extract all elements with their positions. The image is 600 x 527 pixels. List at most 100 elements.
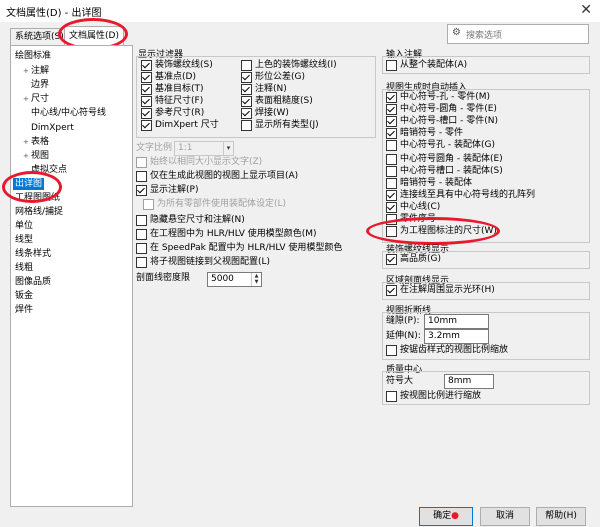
checkbox[interactable]	[386, 166, 397, 177]
auto-connection-lines[interactable]: 连接线至具有中心符号线的孔阵列	[386, 190, 535, 201]
tree-item-dimensions[interactable]: + 尺寸	[23, 93, 49, 105]
checkbox[interactable]	[141, 108, 152, 119]
checkbox[interactable]	[386, 202, 397, 213]
from-entire-assembly[interactable]: 从整个装配体(A)	[386, 60, 467, 71]
filter-feature-dimensions[interactable]: 特征尺寸(F)	[141, 96, 203, 107]
checkbox[interactable]	[241, 84, 252, 95]
checkbox[interactable]	[386, 60, 397, 71]
tree-item-line-font[interactable]: 线型	[15, 234, 33, 246]
text-scale-select[interactable]: 1:1 ▾	[174, 141, 234, 156]
tree-item-grid-snap[interactable]: 网格线/捕捉	[15, 206, 63, 218]
cancel-button[interactable]: 取消	[480, 507, 530, 526]
auto-center-marks-fillets-assembly[interactable]: 中心符号圆角 - 装配体(E)	[386, 154, 503, 165]
tree-item-views[interactable]: + 视图	[23, 150, 49, 162]
tree-item-units[interactable]: 单位	[15, 220, 33, 232]
checkbox[interactable]	[136, 215, 147, 226]
chevron-down-icon[interactable]: ▾	[223, 142, 233, 155]
checkbox[interactable]	[141, 96, 152, 107]
tree-item-dimxpert[interactable]: DimXpert	[31, 122, 74, 134]
checkbox[interactable]	[241, 96, 252, 107]
tree-item-centerlines[interactable]: 中心线/中心符号线	[31, 107, 106, 119]
checkbox[interactable]	[143, 199, 154, 210]
checkbox[interactable]	[386, 178, 397, 189]
auto-center-marks-slots-assembly[interactable]: 中心符号槽口 - 装配体(S)	[386, 166, 503, 177]
checkbox[interactable]	[136, 171, 147, 182]
option-hlr-model-color[interactable]: 在工程图中为 HLR/HLV 使用模型颜色(M)	[136, 229, 317, 240]
auto-dowel-symbols-assembly[interactable]: 暗销符号 - 装配体	[386, 178, 472, 189]
option-show-items-only-in-generated-view[interactable]: 仅在生成此视图的视图上显示项目(A)	[136, 171, 298, 182]
option-use-assembly-setting[interactable]: 为所有零部件使用装配体设定(L)	[143, 199, 286, 210]
auto-centerlines[interactable]: 中心线(C)	[386, 202, 440, 213]
expand-icon[interactable]: +	[23, 150, 31, 162]
checkbox[interactable]	[241, 72, 252, 83]
halo-around-annotations[interactable]: 在注解周围显示光环(H)	[386, 285, 495, 296]
expand-icon[interactable]: +	[23, 65, 31, 77]
filter-welds[interactable]: 焊接(W)	[241, 108, 289, 119]
checkbox[interactable]	[386, 154, 397, 165]
auto-center-marks-slots-part[interactable]: 中心符号-槽口 - 零件(N)	[386, 116, 498, 127]
auto-center-marks-fillets-part[interactable]: 中心符号-圆角 - 零件(E)	[386, 104, 497, 115]
checkbox[interactable]	[136, 243, 147, 254]
search-input[interactable]: 搜索选项	[466, 28, 502, 41]
option-link-child-view[interactable]: 将子视图链接到父视图配置(L)	[136, 257, 270, 268]
filter-datum-targets[interactable]: 基准目标(T)	[141, 84, 204, 95]
symbol-size-input[interactable]: 8mm	[444, 374, 494, 389]
checkbox[interactable]	[386, 190, 397, 201]
filter-notes[interactable]: 注释(N)	[241, 84, 287, 95]
tree-item-line-style[interactable]: 线条样式	[15, 248, 51, 260]
checkbox[interactable]	[136, 185, 147, 196]
spinner-icon[interactable]: ▲ ▼	[251, 273, 261, 286]
auto-dowel-symbols-part[interactable]: 暗销符号 - 零件	[386, 128, 463, 139]
option-same-text-size[interactable]: 始终以相同大小显示文字(Z)	[136, 157, 262, 168]
auto-center-marks-holes-part[interactable]: 中心符号-孔 - 零件(M)	[386, 92, 490, 103]
filter-datum-points[interactable]: 基准点(D)	[141, 72, 196, 83]
filter-display-all-types[interactable]: 显示所有类型(J)	[241, 120, 319, 131]
tree-item-image-quality[interactable]: 图像品质	[15, 276, 51, 288]
checkbox[interactable]	[141, 60, 152, 71]
checkbox[interactable]	[386, 116, 397, 127]
filter-cosmetic-thread[interactable]: 装饰螺纹线(S)	[141, 60, 213, 71]
checkbox[interactable]	[386, 254, 397, 265]
filter-geometric-tolerances[interactable]: 形位公差(G)	[241, 72, 305, 83]
checkbox[interactable]	[136, 157, 147, 168]
tree-item-annotations[interactable]: + 注解	[23, 65, 49, 77]
zigzag-scale[interactable]: 按锯齿样式的视图比例缩放	[386, 345, 508, 356]
checkbox[interactable]	[241, 108, 252, 119]
option-speedpak-hlr-color[interactable]: 在 SpeedPak 配置中为 HLR/HLV 使用模型颜色	[136, 243, 342, 254]
checkbox[interactable]	[386, 140, 397, 151]
checkbox[interactable]	[136, 229, 147, 240]
tree-item-line-thickness[interactable]: 线粗	[15, 262, 33, 274]
checkbox[interactable]	[141, 72, 152, 83]
checkbox[interactable]	[141, 120, 152, 131]
filter-shaded-cosmetic-thread[interactable]: 上色的装饰螺纹线(I)	[241, 60, 337, 71]
checkbox[interactable]	[241, 60, 252, 71]
checkbox[interactable]	[241, 120, 252, 131]
tree-item-weldments[interactable]: 焊件	[15, 304, 33, 316]
checkbox[interactable]	[141, 84, 152, 95]
checkbox[interactable]	[136, 257, 147, 268]
section-density-input[interactable]: 5000 ▲ ▼	[207, 272, 262, 287]
checkbox[interactable]	[386, 104, 397, 115]
tree-item-drafting-standard[interactable]: 绘图标准	[15, 50, 51, 62]
search-box[interactable]: ⚙ 搜索选项	[447, 24, 589, 44]
checkbox[interactable]	[386, 128, 397, 139]
expand-icon[interactable]: +	[23, 136, 31, 148]
expand-icon[interactable]: +	[23, 93, 31, 105]
filter-reference-dimensions[interactable]: 参考尺寸(R)	[141, 108, 204, 119]
checkbox[interactable]	[386, 92, 397, 103]
high-quality[interactable]: 高品质(G)	[386, 254, 441, 265]
checkbox[interactable]	[386, 345, 397, 356]
filter-surface-finish[interactable]: 表面粗糙度(S)	[241, 96, 313, 107]
filter-dimxpert-dimensions[interactable]: DimXpert 尺寸	[141, 120, 219, 131]
checkbox[interactable]	[386, 391, 397, 402]
tree-item-sheet-metal[interactable]: 钣金	[15, 290, 33, 302]
tree-item-tables[interactable]: + 表格	[23, 136, 49, 148]
close-icon[interactable]: ✕	[580, 2, 592, 18]
gap-input[interactable]: 10mm	[424, 314, 489, 329]
option-display-annotations[interactable]: 显示注解(P)	[136, 185, 198, 196]
extension-input[interactable]: 3.2mm	[424, 329, 489, 344]
tree-item-border[interactable]: 边界	[31, 79, 49, 91]
checkbox[interactable]	[386, 285, 397, 296]
option-hide-dangling[interactable]: 隐藏悬空尺寸和注解(N)	[136, 215, 245, 226]
help-button[interactable]: 帮助(H)	[536, 507, 586, 526]
